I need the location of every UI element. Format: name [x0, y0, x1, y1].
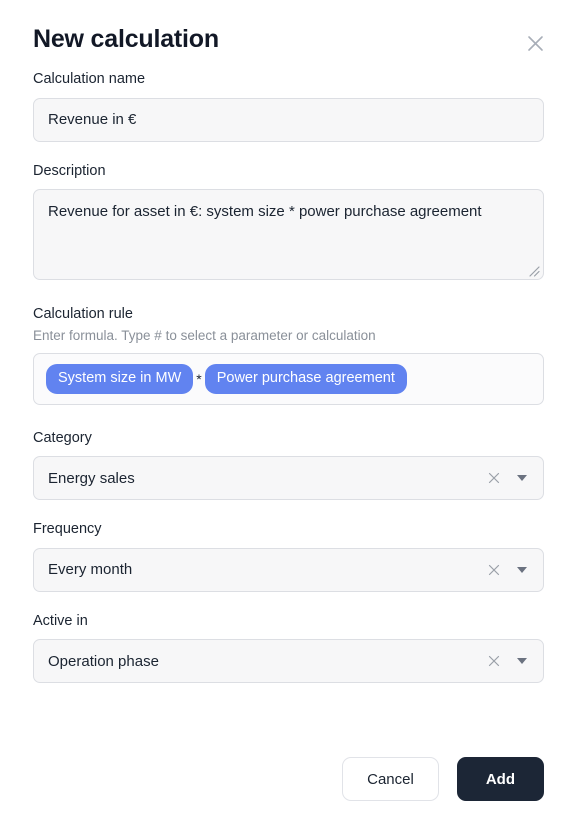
active-in-select[interactable]: Operation phase — [33, 639, 544, 683]
close-icon — [527, 35, 544, 52]
active-in-selected-value: Operation phase — [48, 653, 159, 669]
add-button[interactable]: Add — [456, 757, 544, 801]
clear-icon[interactable] — [485, 469, 503, 487]
frequency-selected-value: Every month — [48, 562, 133, 577]
category-label: Category — [33, 429, 92, 446]
calculation-rule-help: Enter formula. Type # to select a parame… — [33, 327, 376, 343]
dialog-footer: Cancel Add — [33, 757, 544, 801]
new-calculation-dialog: New calculation Calculation name Descrip… — [0, 0, 577, 834]
chevron-down-icon[interactable] — [515, 563, 529, 577]
formula-token-parameter[interactable]: Power purchase agreement — [204, 364, 407, 394]
active-in-field: Active in Operation phase — [33, 612, 544, 683]
calculation-rule-field: Calculation rule Enter formula. Type # t… — [33, 307, 544, 405]
category-select[interactable]: Energy sales — [33, 456, 544, 500]
description-textarea-wrap — [33, 189, 544, 280]
calculation-name-input[interactable] — [33, 97, 544, 142]
category-field: Category Energy sales — [33, 429, 544, 500]
formula-editor[interactable]: System size in MW * Power purchase agree… — [33, 353, 544, 405]
frequency-field: Frequency Every month — [33, 522, 544, 592]
formula-operator: * — [196, 370, 202, 387]
description-textarea[interactable] — [33, 189, 544, 280]
cancel-button[interactable]: Cancel — [342, 757, 439, 801]
category-selected-value: Energy sales — [48, 470, 135, 486]
active-in-label: Active in — [33, 612, 88, 629]
description-field: Description — [33, 162, 544, 280]
calculation-name-field: Calculation name — [33, 72, 544, 142]
page-title: New calculation — [33, 24, 219, 53]
calculation-rule-label: Calculation rule — [33, 306, 133, 322]
chevron-down-icon[interactable] — [515, 654, 529, 668]
clear-icon[interactable] — [485, 652, 503, 670]
clear-icon[interactable] — [485, 561, 503, 579]
dialog-header: New calculation — [33, 0, 544, 72]
calculation-name-label: Calculation name — [33, 71, 146, 87]
frequency-select[interactable]: Every month — [33, 547, 544, 592]
close-button[interactable] — [522, 30, 548, 56]
frequency-label: Frequency — [33, 521, 102, 537]
chevron-down-icon[interactable] — [515, 471, 529, 485]
description-label: Description — [33, 162, 106, 179]
formula-token-parameter[interactable]: System size in MW — [46, 364, 194, 394]
